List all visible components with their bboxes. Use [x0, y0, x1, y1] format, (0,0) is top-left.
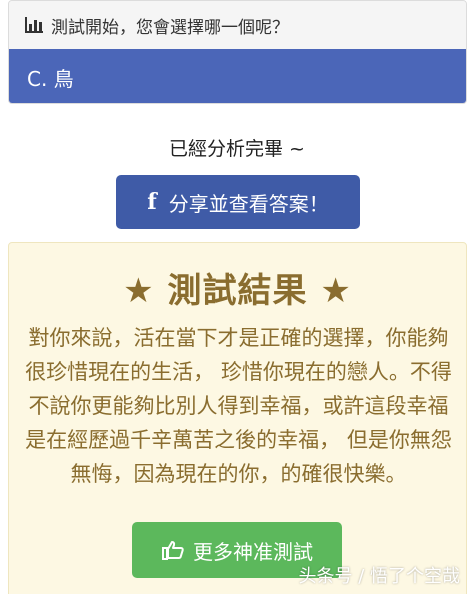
- facebook-icon: f: [147, 189, 157, 215]
- share-button-label: 分享並查看答案！: [168, 191, 329, 216]
- result-title: ★ 測試結果 ★: [123, 271, 352, 311]
- bar-chart-icon: [25, 17, 43, 33]
- watermark: 头条号 / 悟了个空哉: [298, 566, 460, 587]
- more-tests-label: 更多神准測試: [193, 539, 313, 564]
- question-header: 測試開始，您會選擇哪一個呢？: [9, 1, 466, 49]
- selected-answer-option[interactable]: C. 鳥: [9, 49, 466, 103]
- share-button[interactable]: f 分享並查看答案！: [116, 175, 360, 229]
- analysis-status: 已經分析完畢 ~: [169, 138, 305, 160]
- thumbs-up-icon: [162, 541, 184, 560]
- answer-option-label: C. 鳥: [27, 66, 74, 91]
- question-header-text: 測試開始，您會選擇哪一個呢？: [51, 17, 289, 38]
- question-card: 測試開始，您會選擇哪一個呢？ C. 鳥: [8, 0, 467, 104]
- result-body: 對你來說，活在當下才是正確的選擇，你能夠很珍惜現在的生活， 珍惜你現在的戀人。不…: [25, 326, 452, 486]
- page: 測試開始，您會選擇哪一個呢？ C. 鳥 已經分析完畢 ~ f 分享並查看答案！ …: [0, 0, 474, 594]
